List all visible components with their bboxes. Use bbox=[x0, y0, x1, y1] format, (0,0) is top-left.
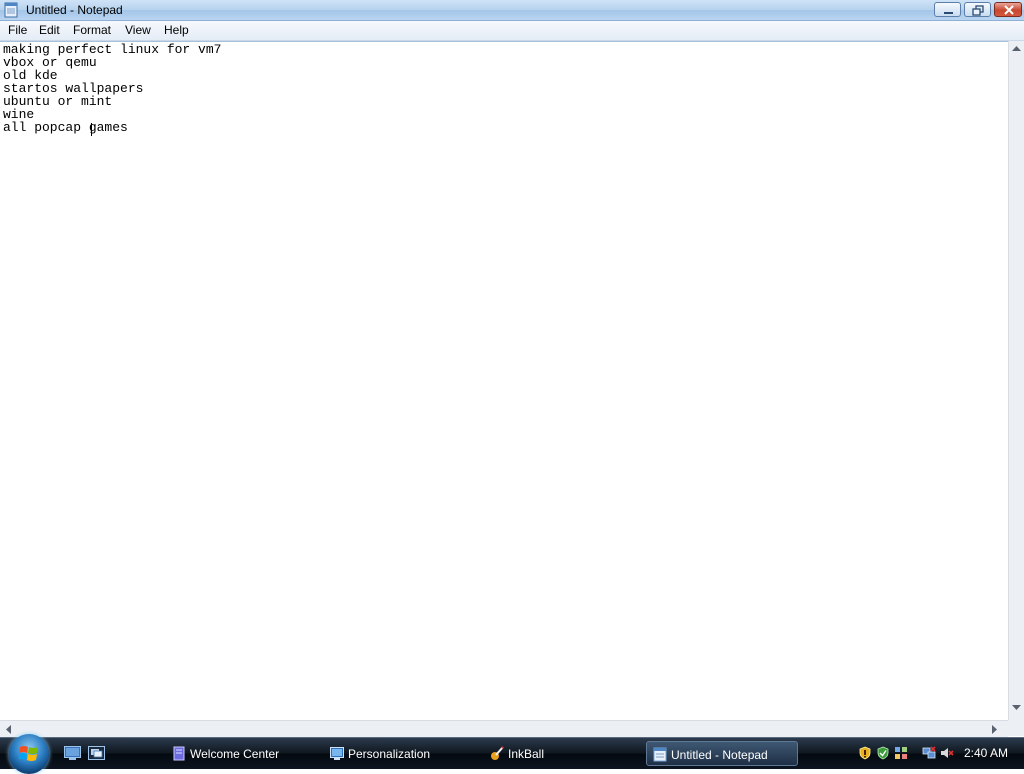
scroll-up-arrow-icon[interactable] bbox=[1012, 46, 1021, 52]
taskbar-button-label: Personalization bbox=[348, 747, 431, 761]
scroll-right-arrow-icon[interactable] bbox=[992, 725, 998, 734]
menu-help[interactable]: Help bbox=[163, 23, 190, 37]
window-title: Untitled - Notepad bbox=[26, 3, 123, 17]
windows-update-icon[interactable] bbox=[876, 746, 890, 760]
close-icon bbox=[1004, 5, 1014, 15]
network-icon[interactable] bbox=[922, 746, 936, 760]
scroll-down-arrow-icon[interactable] bbox=[1012, 705, 1021, 711]
taskbar: Welcome Center Personalization InkBall U… bbox=[0, 734, 1024, 774]
text-caret bbox=[91, 123, 92, 136]
text-line: all popcap games bbox=[3, 120, 128, 135]
minimize-icon bbox=[944, 12, 953, 14]
restore-button[interactable] bbox=[964, 2, 991, 17]
menu-edit[interactable]: Edit bbox=[38, 23, 61, 37]
inkball-icon bbox=[491, 746, 504, 760]
security-shield-icon[interactable] bbox=[858, 746, 872, 760]
sidebar-gadgets-icon[interactable] bbox=[894, 746, 908, 760]
close-button[interactable] bbox=[994, 2, 1022, 17]
taskbar-button-label: Welcome Center bbox=[190, 747, 280, 761]
menu-format[interactable]: Format bbox=[72, 23, 112, 37]
system-clock[interactable]: 2:40 AM bbox=[964, 746, 1008, 760]
volume-icon[interactable] bbox=[940, 746, 954, 760]
notepad-icon[interactable] bbox=[4, 2, 19, 18]
start-button[interactable] bbox=[9, 734, 49, 774]
restore-icon bbox=[972, 5, 984, 16]
minimize-button[interactable] bbox=[934, 2, 961, 17]
switch-windows-icon[interactable] bbox=[88, 746, 105, 760]
horizontal-scrollbar[interactable] bbox=[0, 720, 1008, 737]
vertical-scrollbar[interactable] bbox=[1008, 41, 1024, 720]
show-desktop-icon[interactable] bbox=[64, 746, 81, 760]
windows-logo-icon bbox=[19, 746, 38, 761]
menu-file[interactable]: File bbox=[7, 23, 28, 37]
menu-view[interactable]: View bbox=[124, 23, 152, 37]
menu-bar: File Edit Format View Help bbox=[0, 21, 1024, 41]
taskbar-button-inkball[interactable]: InkBall bbox=[484, 741, 634, 766]
taskbar-button-label: InkBall bbox=[508, 747, 545, 761]
text-editor[interactable]: making perfect linux for vm7 vbox or qem… bbox=[0, 41, 1008, 721]
title-bar[interactable]: Untitled - Notepad bbox=[0, 0, 1024, 21]
scroll-left-arrow-icon[interactable] bbox=[6, 725, 12, 734]
personalization-icon bbox=[330, 747, 344, 760]
taskbar-button-label: Untitled - Notepad bbox=[671, 748, 768, 762]
welcome-center-icon bbox=[173, 746, 185, 761]
size-grip[interactable] bbox=[1008, 720, 1024, 736]
notepad-icon bbox=[653, 747, 667, 762]
taskbar-button-welcome-center[interactable]: Welcome Center bbox=[166, 741, 316, 766]
taskbar-button-notepad[interactable]: Untitled - Notepad bbox=[646, 741, 798, 766]
taskbar-button-personalization[interactable]: Personalization bbox=[324, 741, 474, 766]
